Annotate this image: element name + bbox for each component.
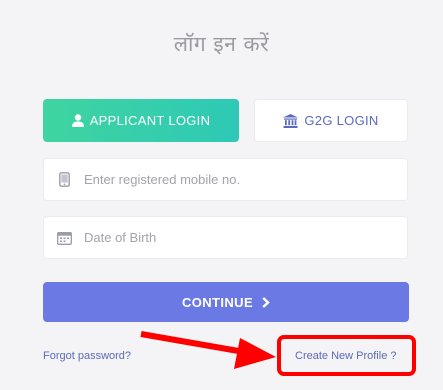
create-new-profile-link[interactable]: Create New Profile ? <box>295 350 397 362</box>
red-arrow-annotation <box>140 331 276 369</box>
